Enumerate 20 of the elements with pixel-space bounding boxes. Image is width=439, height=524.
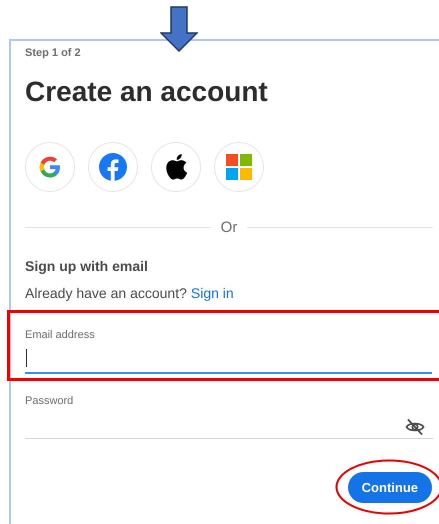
email-field[interactable] [25, 346, 432, 374]
down-arrow [160, 6, 198, 52]
hidden-eye-icon[interactable] [405, 418, 425, 436]
divider-label: Or [220, 219, 238, 236]
g-logo-icon [38, 155, 62, 179]
continue-button[interactable]: Continue [348, 472, 432, 503]
sign-in-prompt: Already have an account? [25, 285, 187, 301]
google-sign-in-button[interactable] [25, 142, 75, 192]
sign-in-link[interactable]: Sign in [190, 285, 234, 301]
page-title: Create an account [25, 75, 269, 109]
f-logo-icon [99, 153, 127, 181]
microsoft-sign-in-button[interactable] [214, 142, 264, 192]
four-squares-icon [226, 154, 252, 180]
section-heading: Sign up with email [25, 258, 149, 274]
field-label: Password [25, 395, 74, 407]
facebook-sign-in-button[interactable] [88, 142, 138, 192]
step-indicator: Step 1 of 2 [25, 47, 82, 59]
field-label: Email address [25, 329, 96, 341]
apple-logo-icon [164, 153, 188, 181]
apple-sign-in-button[interactable] [151, 142, 201, 192]
